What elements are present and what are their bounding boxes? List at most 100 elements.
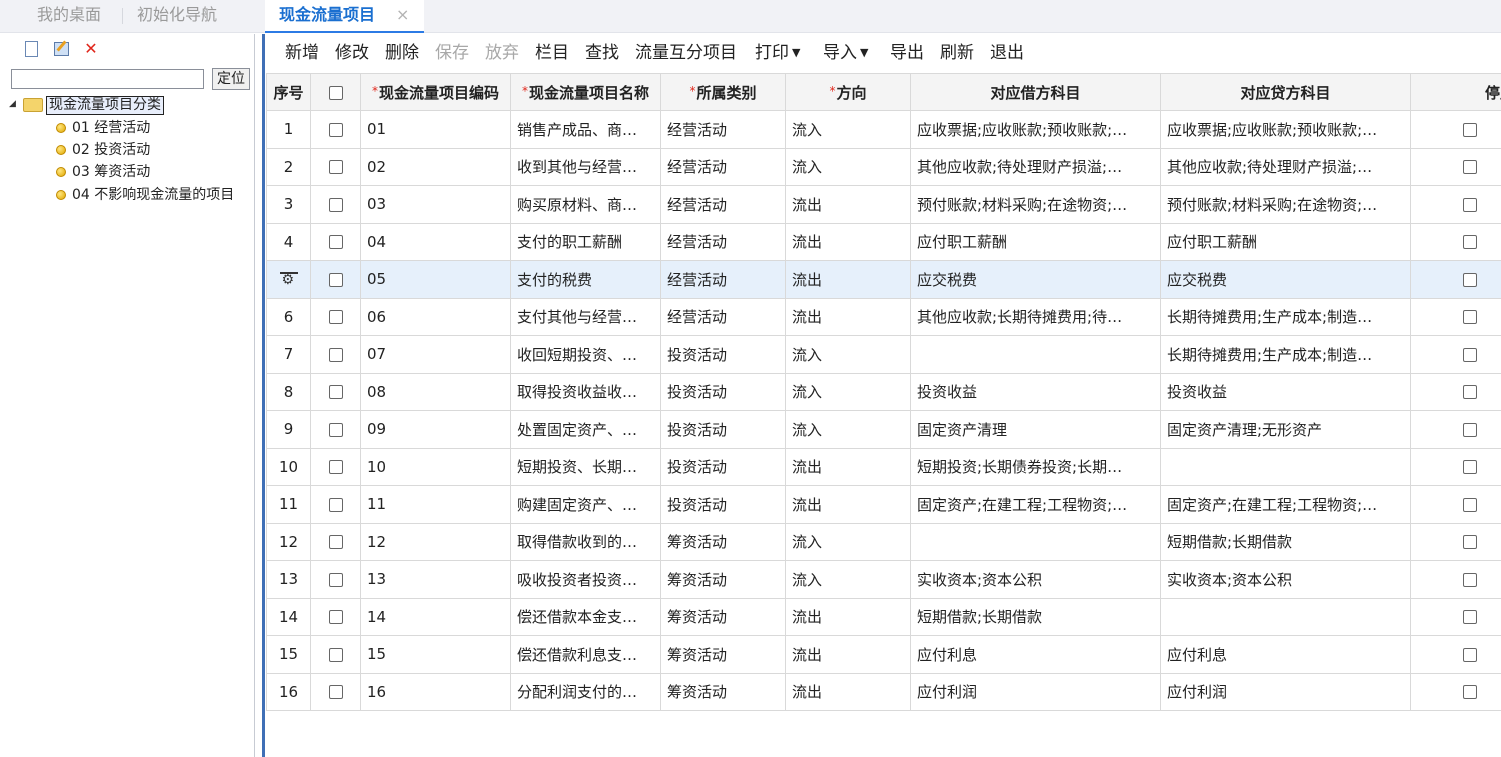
cell-category[interactable]: 筹资活动 xyxy=(660,522,786,561)
disabled-checkbox[interactable] xyxy=(1463,347,1477,362)
cell-seq[interactable]: 9 xyxy=(266,410,311,449)
cell-disabled[interactable] xyxy=(1410,297,1501,336)
cell-direction[interactable]: 流入 xyxy=(785,410,911,449)
cell-credit-account[interactable]: 固定资产;在建工程;工程物资;… xyxy=(1160,485,1411,524)
cell-name[interactable]: 支付的税费 xyxy=(510,260,661,299)
cell-credit-account[interactable]: 长期待摊费用;生产成本;制造… xyxy=(1160,335,1411,374)
cell-disabled[interactable] xyxy=(1410,260,1501,299)
cell-disabled[interactable] xyxy=(1410,560,1501,599)
cell-name[interactable]: 分配利润支付的… xyxy=(510,672,661,711)
cell-code[interactable]: 02 xyxy=(360,147,511,186)
print-button[interactable]: 打印 ▼ xyxy=(755,43,800,63)
cell-seq[interactable]: 4 xyxy=(266,222,311,261)
cell-select[interactable] xyxy=(310,447,361,486)
cell-select[interactable] xyxy=(310,335,361,374)
cell-select[interactable] xyxy=(310,672,361,711)
cell-name[interactable]: 短期投资、长期… xyxy=(510,447,661,486)
header-credit[interactable]: 对应贷方科目 xyxy=(1160,73,1411,111)
cell-disabled[interactable] xyxy=(1410,635,1501,674)
export-button[interactable]: 导出 xyxy=(890,43,924,63)
cell-disabled[interactable] xyxy=(1410,222,1501,261)
cell-seq[interactable]: 15 xyxy=(266,635,311,674)
table-row[interactable]: 9 09 处置固定资产、… 投资活动 流入 固定资产清理 固定资产清理;无形资产 xyxy=(266,410,1501,449)
row-select-checkbox[interactable] xyxy=(328,310,343,325)
cell-code[interactable]: 06 xyxy=(360,297,511,336)
header-name[interactable]: *现金流量项目名称 xyxy=(510,73,661,111)
disabled-checkbox[interactable] xyxy=(1463,197,1477,212)
cell-category[interactable]: 经营活动 xyxy=(660,297,786,336)
cell-category[interactable]: 经营活动 xyxy=(660,110,786,149)
cell-name[interactable]: 支付的职工薪酬 xyxy=(510,222,661,261)
header-debit[interactable]: 对应借方科目 xyxy=(910,73,1161,111)
header-code[interactable]: *现金流量项目编码 xyxy=(360,73,511,111)
row-select-checkbox[interactable] xyxy=(328,160,343,175)
cell-disabled[interactable] xyxy=(1410,522,1501,561)
cell-select[interactable] xyxy=(310,597,361,636)
cell-name[interactable]: 收回短期投资、… xyxy=(510,335,661,374)
disabled-checkbox[interactable] xyxy=(1463,235,1477,250)
cell-name[interactable]: 收到其他与经营… xyxy=(510,147,661,186)
cell-disabled[interactable] xyxy=(1410,372,1501,411)
tab-close-icon[interactable]: × xyxy=(396,0,409,29)
cell-disabled[interactable] xyxy=(1410,147,1501,186)
header-seq[interactable]: 序号 xyxy=(266,73,311,111)
mutual-items-button[interactable]: 流量互分项目 xyxy=(635,43,737,63)
cell-category[interactable]: 经营活动 xyxy=(660,147,786,186)
cell-credit-account[interactable]: 预付账款;材料采购;在途物资;… xyxy=(1160,185,1411,224)
disabled-checkbox[interactable] xyxy=(1463,422,1477,437)
cell-direction[interactable]: 流出 xyxy=(785,447,911,486)
disabled-checkbox[interactable] xyxy=(1463,610,1477,625)
find-button[interactable]: 查找 xyxy=(585,43,619,63)
table-row[interactable]: 4 04 支付的职工薪酬 经营活动 流出 应付职工薪酬 应付职工薪酬 xyxy=(266,222,1501,261)
row-select-checkbox[interactable] xyxy=(328,347,343,362)
cell-select[interactable] xyxy=(310,560,361,599)
cell-select[interactable] xyxy=(310,635,361,674)
cell-direction[interactable]: 流入 xyxy=(785,110,911,149)
cell-disabled[interactable] xyxy=(1410,185,1501,224)
cell-code[interactable]: 04 xyxy=(360,222,511,261)
cell-debit-account[interactable]: 短期投资;长期债券投资;长期… xyxy=(910,447,1161,486)
table-row[interactable]: 14 14 偿还借款本金支… 筹资活动 流出 短期借款;长期借款 xyxy=(266,597,1501,636)
cell-select[interactable] xyxy=(310,372,361,411)
header-select-all[interactable] xyxy=(310,73,361,111)
cell-debit-account[interactable] xyxy=(910,522,1161,561)
cell-seq[interactable]: 3 xyxy=(266,185,311,224)
tab-init-navigation[interactable]: 初始化导航 xyxy=(137,0,217,31)
cell-debit-account[interactable]: 应付职工薪酬 xyxy=(910,222,1161,261)
cell-code[interactable]: 03 xyxy=(360,185,511,224)
cell-seq[interactable]: 6 xyxy=(266,297,311,336)
table-row[interactable]: 1 01 销售产成品、商… 经营活动 流入 应收票据;应收账款;预收账款;… 应收票据;应收… xyxy=(266,110,1501,149)
cell-disabled[interactable] xyxy=(1410,410,1501,449)
cell-direction[interactable]: 流入 xyxy=(785,372,911,411)
cell-debit-account[interactable]: 固定资产清理 xyxy=(910,410,1161,449)
refresh-button[interactable]: 刷新 xyxy=(940,43,974,63)
disabled-checkbox[interactable] xyxy=(1463,310,1477,325)
cell-direction[interactable]: 流入 xyxy=(785,522,911,561)
save-button[interactable]: 保存 xyxy=(435,43,469,63)
cell-code[interactable]: 11 xyxy=(360,485,511,524)
cell-debit-account[interactable]: 其他应收款;长期待摊费用;待… xyxy=(910,297,1161,336)
disabled-checkbox[interactable] xyxy=(1463,460,1477,475)
cell-name[interactable]: 购建固定资产、… xyxy=(510,485,661,524)
modify-button[interactable]: 修改 xyxy=(335,43,369,63)
disabled-checkbox[interactable] xyxy=(1463,122,1477,137)
cell-direction[interactable]: 流出 xyxy=(785,297,911,336)
table-row[interactable]: 11 11 购建固定资产、… 投资活动 流出 固定资产;在建工程;工程物资;… 固定资产;在… xyxy=(266,485,1501,524)
cell-direction[interactable]: 流入 xyxy=(785,335,911,374)
row-select-checkbox[interactable] xyxy=(328,497,343,512)
disabled-checkbox[interactable] xyxy=(1463,685,1477,700)
cell-code[interactable]: 10 xyxy=(360,447,511,486)
cell-category[interactable]: 筹资活动 xyxy=(660,635,786,674)
cell-credit-account[interactable]: 应收票据;应收账款;预收账款;… xyxy=(1160,110,1411,149)
cell-code[interactable]: 01 xyxy=(360,110,511,149)
cell-seq[interactable]: 16 xyxy=(266,672,311,711)
cell-credit-account[interactable]: 长期待摊费用;生产成本;制造… xyxy=(1160,297,1411,336)
tree-item-non-cash[interactable]: 04 不影响现金流量的项目 xyxy=(56,186,234,204)
cell-disabled[interactable] xyxy=(1410,672,1501,711)
cell-category[interactable]: 投资活动 xyxy=(660,447,786,486)
exit-button[interactable]: 退出 xyxy=(990,43,1024,63)
cell-name[interactable]: 购买原材料、商… xyxy=(510,185,661,224)
disabled-checkbox[interactable] xyxy=(1463,572,1477,587)
cell-disabled[interactable] xyxy=(1410,597,1501,636)
cell-category[interactable]: 投资活动 xyxy=(660,335,786,374)
